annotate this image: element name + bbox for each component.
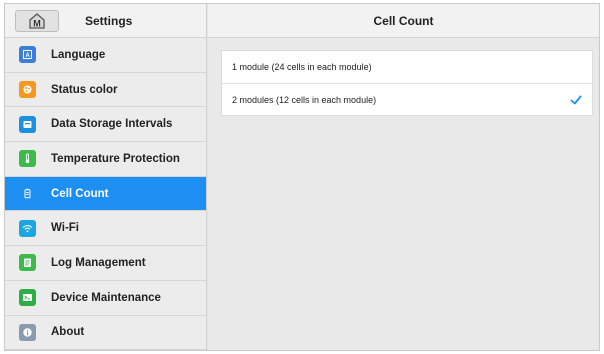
- home-button[interactable]: M: [15, 10, 59, 32]
- terminal-icon: [19, 289, 36, 307]
- sidebar-item-label: Language: [51, 48, 106, 61]
- sidebar-item-log-management[interactable]: Log Management: [5, 246, 206, 281]
- sidebar-title: Settings: [85, 14, 133, 28]
- sidebar-item-data-storage-intervals[interactable]: Data Storage Intervals: [5, 107, 206, 143]
- sidebar-item-label: Temperature Protection: [51, 152, 180, 165]
- wifi-icon: [19, 219, 36, 237]
- sidebar-item-label: Device Maintenance: [51, 291, 161, 304]
- option-label: 2 modules (12 cells in each module): [232, 94, 377, 105]
- cell-count-options: 1 module (24 cells in each module) 2 mod…: [221, 50, 593, 116]
- sidebar-item-temperature-protection[interactable]: Temperature Protection: [5, 142, 206, 177]
- sidebar-item-label: Data Storage Intervals: [51, 118, 173, 131]
- sidebar-item-device-maintenance[interactable]: Device Maintenance: [5, 280, 206, 316]
- thermometer-icon: [19, 150, 36, 168]
- sidebar-item-wifi[interactable]: Wi-Fi: [5, 211, 206, 247]
- svg-text:A: A: [25, 53, 30, 59]
- sidebar-item-label: About: [51, 326, 85, 339]
- sidebar-item-label: Cell Count: [51, 187, 109, 200]
- log-icon: [19, 254, 36, 272]
- main-panel: Cell Count 1 module (24 cells in each mo…: [208, 4, 599, 350]
- option-2-modules[interactable]: 2 modules (12 cells in each module): [222, 83, 592, 115]
- sidebar-item-status-color[interactable]: Status color: [5, 72, 206, 108]
- svg-text:M: M: [33, 19, 41, 29]
- sidebar-item-about[interactable]: About: [5, 315, 206, 350]
- check-icon: [570, 95, 582, 104]
- sidebar: M Settings A Language Status color Data …: [5, 4, 207, 350]
- page-title: Cell Count: [208, 4, 599, 38]
- language-icon: A: [19, 46, 36, 64]
- palette-icon: [19, 81, 36, 99]
- settings-screen: M Settings A Language Status color Data …: [4, 3, 600, 351]
- home-icon: M: [29, 13, 45, 29]
- sidebar-item-label: Status color: [51, 83, 118, 96]
- sidebar-item-label: Log Management: [51, 256, 146, 269]
- sidebar-item-language[interactable]: A Language: [5, 38, 206, 73]
- sidebar-item-cell-count[interactable]: Cell Count: [5, 176, 206, 212]
- sidebar-item-label: Wi-Fi: [51, 222, 79, 235]
- storage-icon: [19, 115, 36, 133]
- sidebar-header: M Settings: [5, 4, 206, 38]
- option-1-module[interactable]: 1 module (24 cells in each module): [222, 51, 592, 83]
- info-icon: [19, 323, 36, 341]
- settings-menu: A Language Status color Data Storage Int…: [5, 38, 206, 350]
- battery-icon: [19, 185, 36, 203]
- option-label: 1 module (24 cells in each module): [232, 62, 372, 72]
